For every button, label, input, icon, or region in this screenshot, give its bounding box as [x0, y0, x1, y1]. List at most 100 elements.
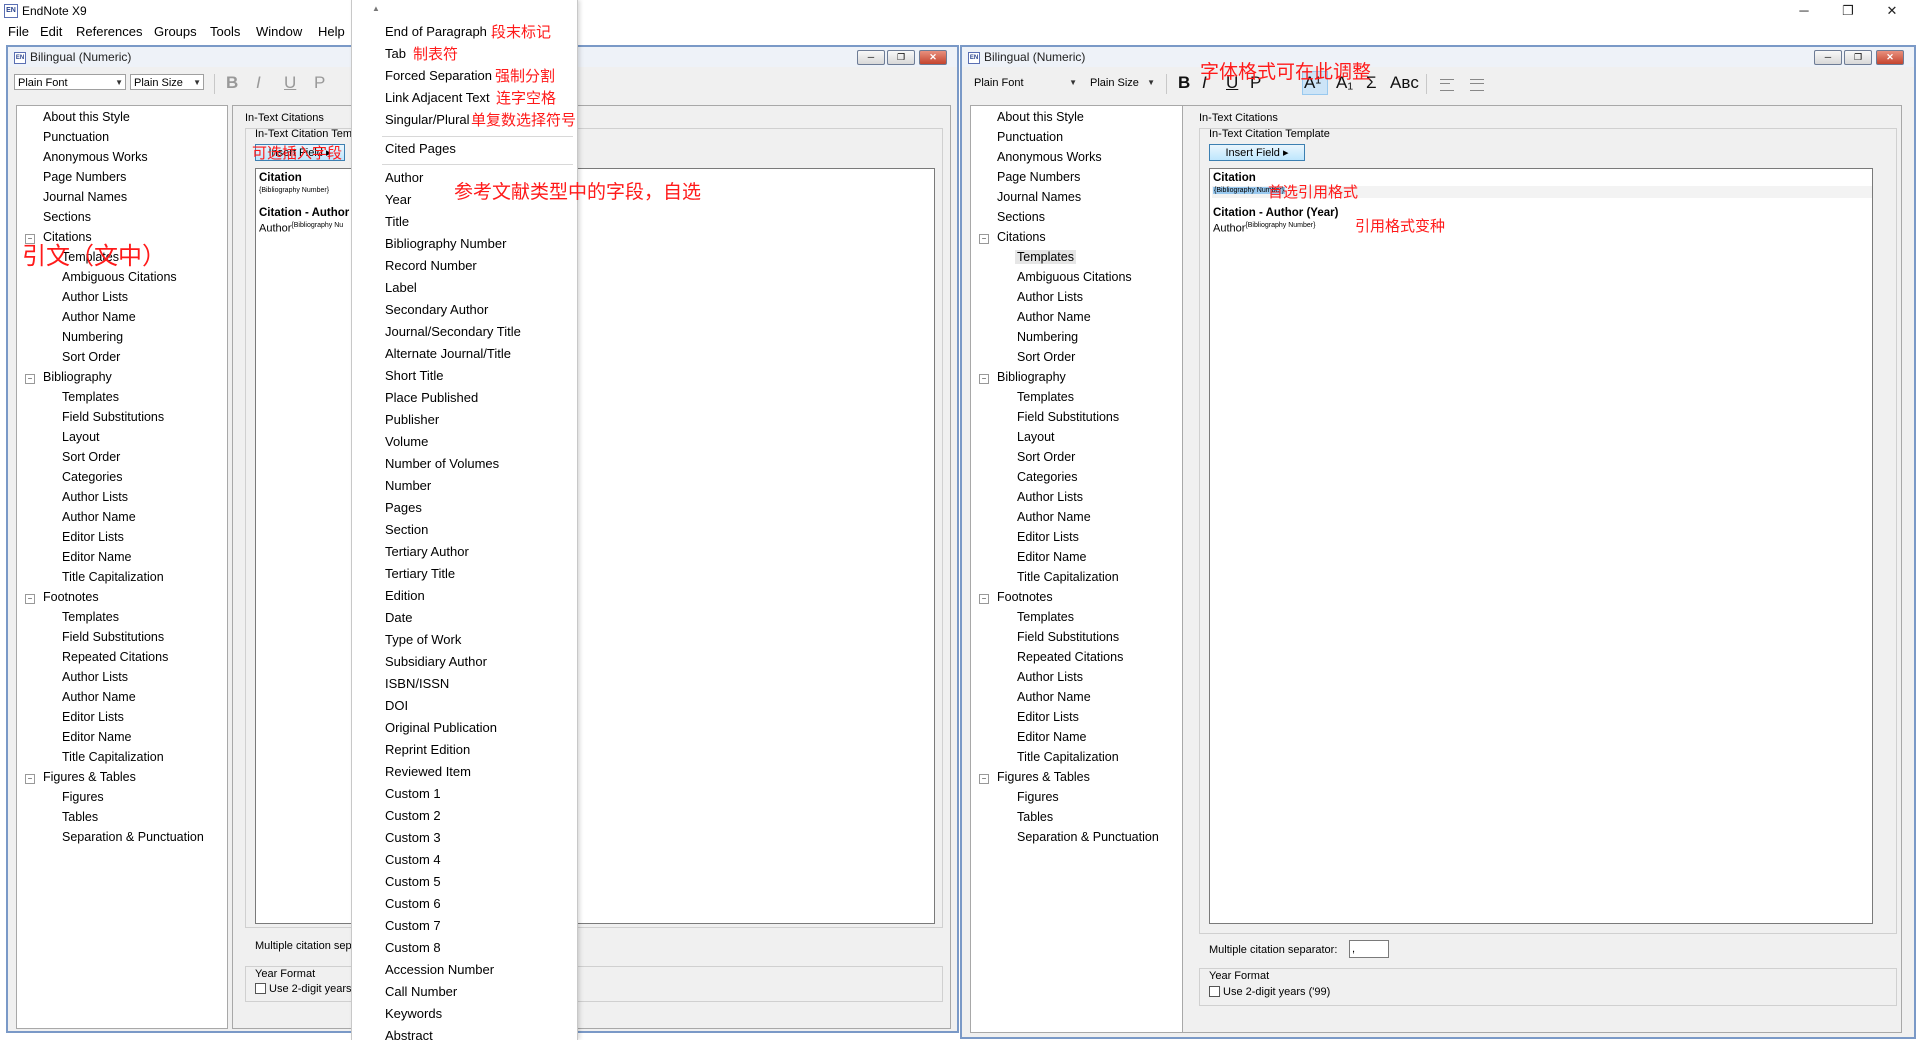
menu-edit[interactable]: Edit [40, 24, 62, 39]
menu-help[interactable]: Help [318, 24, 345, 39]
tree-fn-repeated-citations[interactable]: Repeated Citations [62, 650, 168, 664]
menu-item-field[interactable]: Edition [385, 588, 425, 603]
tree-anonymous-works[interactable]: Anonymous Works [43, 150, 148, 164]
tree-bib-title-capitalization[interactable]: Title Capitalization [62, 570, 164, 584]
tree-page-numbers[interactable]: Page Numbers [43, 170, 126, 184]
collapse-icon[interactable]: − [979, 594, 989, 604]
insert-field-button[interactable]: Insert Field ▸ [1209, 144, 1305, 161]
plain-button[interactable]: P [314, 73, 325, 93]
font-select[interactable]: Plain Font ▼ [970, 74, 1080, 90]
small-caps-button[interactable]: Aʙᴄ [1390, 73, 1419, 93]
align-left-icon[interactable] [1440, 79, 1454, 91]
close-icon[interactable]: ✕ [919, 50, 947, 65]
tree-fn-templates[interactable]: Templates [62, 610, 119, 624]
tree-fn-editor-lists[interactable]: Editor Lists [62, 710, 124, 724]
tree-page-numbers[interactable]: Page Numbers [997, 170, 1080, 184]
collapse-icon[interactable]: − [25, 774, 35, 784]
bold-button[interactable]: B [1178, 73, 1190, 93]
tree-citations-author-lists[interactable]: Author Lists [62, 290, 128, 304]
menu-item-field[interactable]: Type of Work [385, 632, 461, 647]
menu-item-field[interactable]: Tertiary Author [385, 544, 469, 559]
menu-item-field[interactable]: Custom 5 [385, 874, 441, 889]
tree-figures-tables[interactable]: Figures & Tables [43, 770, 136, 784]
separator-input[interactable]: , [1349, 940, 1389, 958]
menu-item-field[interactable]: Accession Number [385, 962, 494, 977]
tree-figures-tables[interactable]: Figures & Tables [997, 770, 1090, 784]
tree-citations-numbering[interactable]: Numbering [1017, 330, 1078, 344]
close-icon[interactable]: ✕ [1876, 2, 1908, 20]
menu-item-field[interactable]: Custom 3 [385, 830, 441, 845]
menu-item-field[interactable]: Bibliography Number [385, 236, 506, 251]
tree-sections[interactable]: Sections [997, 210, 1045, 224]
tree-fn-author-name[interactable]: Author Name [62, 690, 136, 704]
menu-item-field[interactable]: Volume [385, 434, 428, 449]
tree-fn-title-capitalization[interactable]: Title Capitalization [1017, 750, 1119, 764]
tree-citations-author-lists[interactable]: Author Lists [1017, 290, 1083, 304]
menu-item-field[interactable]: Number [385, 478, 431, 493]
tree-tables[interactable]: Tables [1017, 810, 1053, 824]
tree-fn-field-substitutions[interactable]: Field Substitutions [1017, 630, 1119, 644]
menu-item-field[interactable]: Pages [385, 500, 422, 515]
tree-tables[interactable]: Tables [62, 810, 98, 824]
tree-bib-editor-lists[interactable]: Editor Lists [1017, 530, 1079, 544]
tree-separation-punctuation[interactable]: Separation & Punctuation [62, 830, 204, 844]
font-select[interactable]: Plain Font ▼ [14, 74, 126, 90]
tree-citations-ambiguous[interactable]: Ambiguous Citations [62, 270, 177, 284]
tree-bib-author-name[interactable]: Author Name [62, 510, 136, 524]
tree-fn-editor-name[interactable]: Editor Name [62, 730, 131, 744]
tree-punctuation[interactable]: Punctuation [997, 130, 1063, 144]
menu-item-field[interactable]: Number of Volumes [385, 456, 499, 471]
underline-button[interactable]: U [284, 73, 296, 93]
menu-item-field[interactable]: Short Title [385, 368, 444, 383]
restore-icon[interactable]: ❐ [1844, 50, 1872, 65]
tree-fn-editor-name[interactable]: Editor Name [1017, 730, 1086, 744]
menu-item-field[interactable]: Custom 8 [385, 940, 441, 955]
tree-sections[interactable]: Sections [43, 210, 91, 224]
menu-item-field[interactable]: Year [385, 192, 411, 207]
menu-item-field[interactable]: Place Published [385, 390, 478, 405]
menu-item-field[interactable]: Alternate Journal/Title [385, 346, 511, 361]
tree-bibliography[interactable]: Bibliography [43, 370, 112, 384]
menu-item-field[interactable]: DOI [385, 698, 408, 713]
tree-bib-title-capitalization[interactable]: Title Capitalization [1017, 570, 1119, 584]
collapse-icon[interactable]: − [979, 234, 989, 244]
menu-item-field[interactable]: Reviewed Item [385, 764, 471, 779]
menu-item-singular-plural[interactable]: Singular/Plural [385, 112, 470, 127]
menu-item-field[interactable]: Date [385, 610, 412, 625]
menu-item-field[interactable]: Publisher [385, 412, 439, 427]
tree-citations-templates[interactable]: Templates [1015, 250, 1076, 264]
menu-tools[interactable]: Tools [210, 24, 240, 39]
two-digit-checkbox[interactable] [1209, 986, 1220, 997]
tree-journal-names[interactable]: Journal Names [997, 190, 1081, 204]
restore-icon[interactable]: ❐ [887, 50, 915, 65]
tree-bib-templates[interactable]: Templates [62, 390, 119, 404]
menu-item-link-adjacent-text[interactable]: Link Adjacent Text [385, 90, 490, 105]
tree-bib-layout[interactable]: Layout [62, 430, 100, 444]
tree-citations-numbering[interactable]: Numbering [62, 330, 123, 344]
tree-citations[interactable]: Citations [997, 230, 1046, 244]
collapse-icon[interactable]: − [979, 374, 989, 384]
tree-bib-categories[interactable]: Categories [1017, 470, 1077, 484]
tree-separation-punctuation[interactable]: Separation & Punctuation [1017, 830, 1159, 844]
tree-bib-editor-lists[interactable]: Editor Lists [62, 530, 124, 544]
menu-item-field[interactable]: Label [385, 280, 417, 295]
tree-bib-categories[interactable]: Categories [62, 470, 122, 484]
menu-window[interactable]: Window [256, 24, 302, 39]
menu-file[interactable]: File [8, 24, 29, 39]
menu-item-cited-pages[interactable]: Cited Pages [385, 141, 456, 156]
menu-item-field[interactable]: Title [385, 214, 409, 229]
menu-item-field[interactable]: Tertiary Title [385, 566, 455, 581]
tree-fn-title-capitalization[interactable]: Title Capitalization [62, 750, 164, 764]
tree-figures[interactable]: Figures [62, 790, 104, 804]
menu-item-field[interactable]: Custom 7 [385, 918, 441, 933]
menu-item-field[interactable]: Reprint Edition [385, 742, 470, 757]
tree-bib-author-lists[interactable]: Author Lists [62, 490, 128, 504]
tree-bibliography[interactable]: Bibliography [997, 370, 1066, 384]
tree-footnotes[interactable]: Footnotes [997, 590, 1053, 604]
size-select[interactable]: Plain Size ▼ [1086, 74, 1158, 90]
tree-figures[interactable]: Figures [1017, 790, 1059, 804]
menu-item-field[interactable]: Section [385, 522, 428, 537]
tree-citations-author-name[interactable]: Author Name [62, 310, 136, 324]
tree-fn-repeated-citations[interactable]: Repeated Citations [1017, 650, 1123, 664]
menu-item-field[interactable]: Journal/Secondary Title [385, 324, 521, 339]
